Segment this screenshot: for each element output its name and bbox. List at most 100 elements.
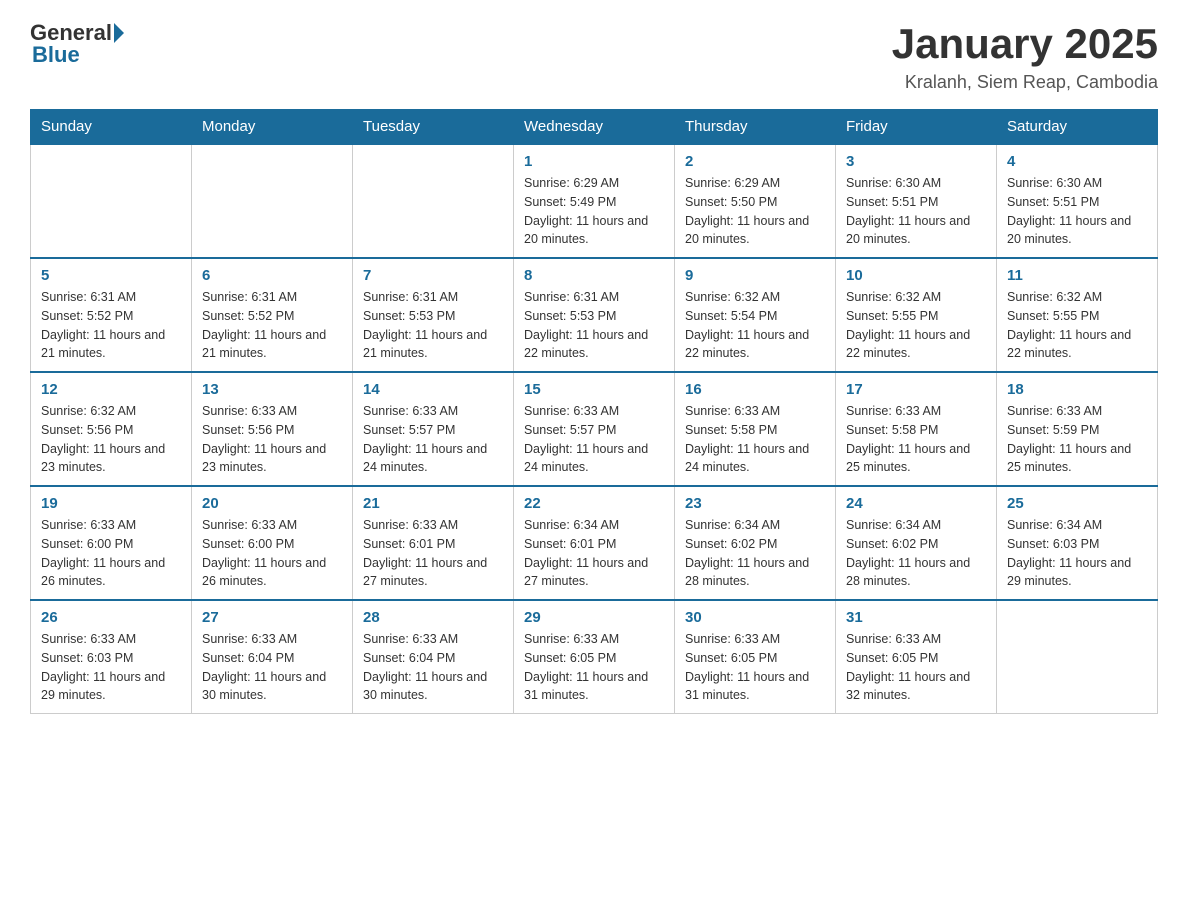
day-info: Sunrise: 6:34 AMSunset: 6:01 PMDaylight:…	[524, 516, 664, 591]
day-number: 21	[363, 495, 503, 512]
day-number: 25	[1007, 495, 1147, 512]
day-info: Sunrise: 6:34 AMSunset: 6:03 PMDaylight:…	[1007, 516, 1147, 591]
day-info: Sunrise: 6:33 AMSunset: 6:05 PMDaylight:…	[846, 630, 986, 705]
day-number: 11	[1007, 267, 1147, 284]
day-info: Sunrise: 6:33 AMSunset: 5:56 PMDaylight:…	[202, 402, 342, 477]
day-header-wednesday: Wednesday	[514, 110, 675, 145]
day-number: 23	[685, 495, 825, 512]
day-header-monday: Monday	[192, 110, 353, 145]
day-info: Sunrise: 6:33 AMSunset: 6:04 PMDaylight:…	[363, 630, 503, 705]
day-info: Sunrise: 6:30 AMSunset: 5:51 PMDaylight:…	[1007, 174, 1147, 249]
day-number: 24	[846, 495, 986, 512]
day-info: Sunrise: 6:33 AMSunset: 6:04 PMDaylight:…	[202, 630, 342, 705]
calendar-week-3: 12Sunrise: 6:32 AMSunset: 5:56 PMDayligh…	[31, 372, 1158, 486]
calendar-cell: 28 Sunrise: 6:33 AMSunset: 6:04 PMDayligh…	[353, 600, 514, 714]
calendar-cell: 1 Sunrise: 6:29 AMSunset: 5:49 PMDaylight…	[514, 144, 675, 258]
day-info: Sunrise: 6:32 AMSunset: 5:54 PMDaylight:…	[685, 288, 825, 363]
day-info: Sunrise: 6:33 AMSunset: 6:05 PMDaylight:…	[685, 630, 825, 705]
location-text: Kralanh, Siem Reap, Cambodia	[892, 72, 1158, 93]
day-number: 15	[524, 381, 664, 398]
calendar-cell: 15 Sunrise: 6:33 AMSunset: 5:57 PMDayligh…	[514, 372, 675, 486]
calendar-cell: 5 Sunrise: 6:31 AMSunset: 5:52 PMDaylight…	[31, 258, 192, 372]
day-info: Sunrise: 6:33 AMSunset: 6:05 PMDaylight:…	[524, 630, 664, 705]
day-info: Sunrise: 6:33 AMSunset: 6:03 PMDaylight:…	[41, 630, 181, 705]
day-number: 1	[524, 153, 664, 170]
calendar-cell	[192, 144, 353, 258]
day-number: 10	[846, 267, 986, 284]
day-number: 26	[41, 609, 181, 626]
day-header-sunday: Sunday	[31, 110, 192, 145]
day-number: 19	[41, 495, 181, 512]
calendar-cell: 19Sunrise: 6:33 AMSunset: 6:00 PMDayligh…	[31, 486, 192, 600]
day-info: Sunrise: 6:32 AMSunset: 5:56 PMDaylight:…	[41, 402, 181, 477]
day-info: Sunrise: 6:33 AMSunset: 6:00 PMDaylight:…	[202, 516, 342, 591]
calendar-table: SundayMondayTuesdayWednesdayThursdayFrid…	[30, 109, 1158, 714]
day-header-saturday: Saturday	[997, 110, 1158, 145]
day-number: 4	[1007, 153, 1147, 170]
calendar-cell: 10Sunrise: 6:32 AMSunset: 5:55 PMDayligh…	[836, 258, 997, 372]
calendar-cell: 20 Sunrise: 6:33 AMSunset: 6:00 PMDayligh…	[192, 486, 353, 600]
calendar-cell: 22 Sunrise: 6:34 AMSunset: 6:01 PMDayligh…	[514, 486, 675, 600]
day-number: 5	[41, 267, 181, 284]
day-info: Sunrise: 6:29 AMSunset: 5:50 PMDaylight:…	[685, 174, 825, 249]
day-number: 30	[685, 609, 825, 626]
calendar-cell: 24 Sunrise: 6:34 AMSunset: 6:02 PMDayligh…	[836, 486, 997, 600]
day-number: 16	[685, 381, 825, 398]
calendar-cell: 13 Sunrise: 6:33 AMSunset: 5:56 PMDayligh…	[192, 372, 353, 486]
calendar-cell: 21 Sunrise: 6:33 AMSunset: 6:01 PMDayligh…	[353, 486, 514, 600]
day-info: Sunrise: 6:34 AMSunset: 6:02 PMDaylight:…	[685, 516, 825, 591]
day-number: 22	[524, 495, 664, 512]
day-number: 18	[1007, 381, 1147, 398]
calendar-cell: 14 Sunrise: 6:33 AMSunset: 5:57 PMDayligh…	[353, 372, 514, 486]
day-number: 20	[202, 495, 342, 512]
day-number: 13	[202, 381, 342, 398]
calendar-cell	[31, 144, 192, 258]
calendar-cell: 29Sunrise: 6:33 AMSunset: 6:05 PMDayligh…	[514, 600, 675, 714]
day-number: 17	[846, 381, 986, 398]
calendar-cell: 31 Sunrise: 6:33 AMSunset: 6:05 PMDayligh…	[836, 600, 997, 714]
day-info: Sunrise: 6:29 AMSunset: 5:49 PMDaylight:…	[524, 174, 664, 249]
calendar-cell: 23 Sunrise: 6:34 AMSunset: 6:02 PMDayligh…	[675, 486, 836, 600]
logo: General Blue	[30, 20, 124, 68]
title-section: January 2025 Kralanh, Siem Reap, Cambodi…	[892, 20, 1158, 93]
day-info: Sunrise: 6:33 AMSunset: 6:01 PMDaylight:…	[363, 516, 503, 591]
calendar-cell: 30 Sunrise: 6:33 AMSunset: 6:05 PMDayligh…	[675, 600, 836, 714]
day-info: Sunrise: 6:30 AMSunset: 5:51 PMDaylight:…	[846, 174, 986, 249]
calendar-cell: 26 Sunrise: 6:33 AMSunset: 6:03 PMDayligh…	[31, 600, 192, 714]
day-info: Sunrise: 6:31 AMSunset: 5:52 PMDaylight:…	[202, 288, 342, 363]
calendar-cell: 4 Sunrise: 6:30 AMSunset: 5:51 PMDaylight…	[997, 144, 1158, 258]
day-number: 8	[524, 267, 664, 284]
day-info: Sunrise: 6:33 AMSunset: 5:57 PMDaylight:…	[524, 402, 664, 477]
day-info: Sunrise: 6:31 AMSunset: 5:52 PMDaylight:…	[41, 288, 181, 363]
logo-arrow-icon	[114, 23, 124, 43]
calendar-cell: 3Sunrise: 6:30 AMSunset: 5:51 PMDaylight…	[836, 144, 997, 258]
calendar-header: SundayMondayTuesdayWednesdayThursdayFrid…	[31, 110, 1158, 145]
calendar-cell: 25 Sunrise: 6:34 AMSunset: 6:03 PMDayligh…	[997, 486, 1158, 600]
calendar-cell: 2Sunrise: 6:29 AMSunset: 5:50 PMDaylight…	[675, 144, 836, 258]
day-number: 9	[685, 267, 825, 284]
calendar-cell: 17 Sunrise: 6:33 AMSunset: 5:58 PMDayligh…	[836, 372, 997, 486]
day-number: 6	[202, 267, 342, 284]
calendar-week-1: 1 Sunrise: 6:29 AMSunset: 5:49 PMDaylight…	[31, 144, 1158, 258]
month-title: January 2025	[892, 20, 1158, 68]
day-number: 31	[846, 609, 986, 626]
day-info: Sunrise: 6:34 AMSunset: 6:02 PMDaylight:…	[846, 516, 986, 591]
calendar-cell: 18 Sunrise: 6:33 AMSunset: 5:59 PMDayligh…	[997, 372, 1158, 486]
day-header-friday: Friday	[836, 110, 997, 145]
calendar-cell: 9 Sunrise: 6:32 AMSunset: 5:54 PMDaylight…	[675, 258, 836, 372]
day-headers-row: SundayMondayTuesdayWednesdayThursdayFrid…	[31, 110, 1158, 145]
calendar-week-4: 19 Sunrise: 6:33 AMSunset: 6:00 PMDayligh…	[31, 486, 1158, 600]
day-info: Sunrise: 6:33 AMSunset: 5:57 PMDaylight:…	[363, 402, 503, 477]
day-info: Sunrise: 6:31 AMSunset: 5:53 PMDaylight:…	[524, 288, 664, 363]
day-info: Sunrise: 6:32 AMSunset: 5:55 PMDaylight:…	[1007, 288, 1147, 363]
day-info: Sunrise: 6:33 AMSunset: 5:59 PMDaylight:…	[1007, 402, 1147, 477]
calendar-week-5: 26 Sunrise: 6:33 AMSunset: 6:03 PMDayligh…	[31, 600, 1158, 714]
day-header-thursday: Thursday	[675, 110, 836, 145]
day-info: Sunrise: 6:31 AMSunset: 5:53 PMDaylight:…	[363, 288, 503, 363]
calendar-body: 1 Sunrise: 6:29 AMSunset: 5:49 PMDaylight…	[31, 144, 1158, 714]
day-info: Sunrise: 6:33 AMSunset: 5:58 PMDaylight:…	[846, 402, 986, 477]
day-number: 14	[363, 381, 503, 398]
calendar-cell: 7Sunrise: 6:31 AMSunset: 5:53 PMDaylight…	[353, 258, 514, 372]
day-number: 28	[363, 609, 503, 626]
calendar-cell: 16Sunrise: 6:33 AMSunset: 5:58 PMDayligh…	[675, 372, 836, 486]
